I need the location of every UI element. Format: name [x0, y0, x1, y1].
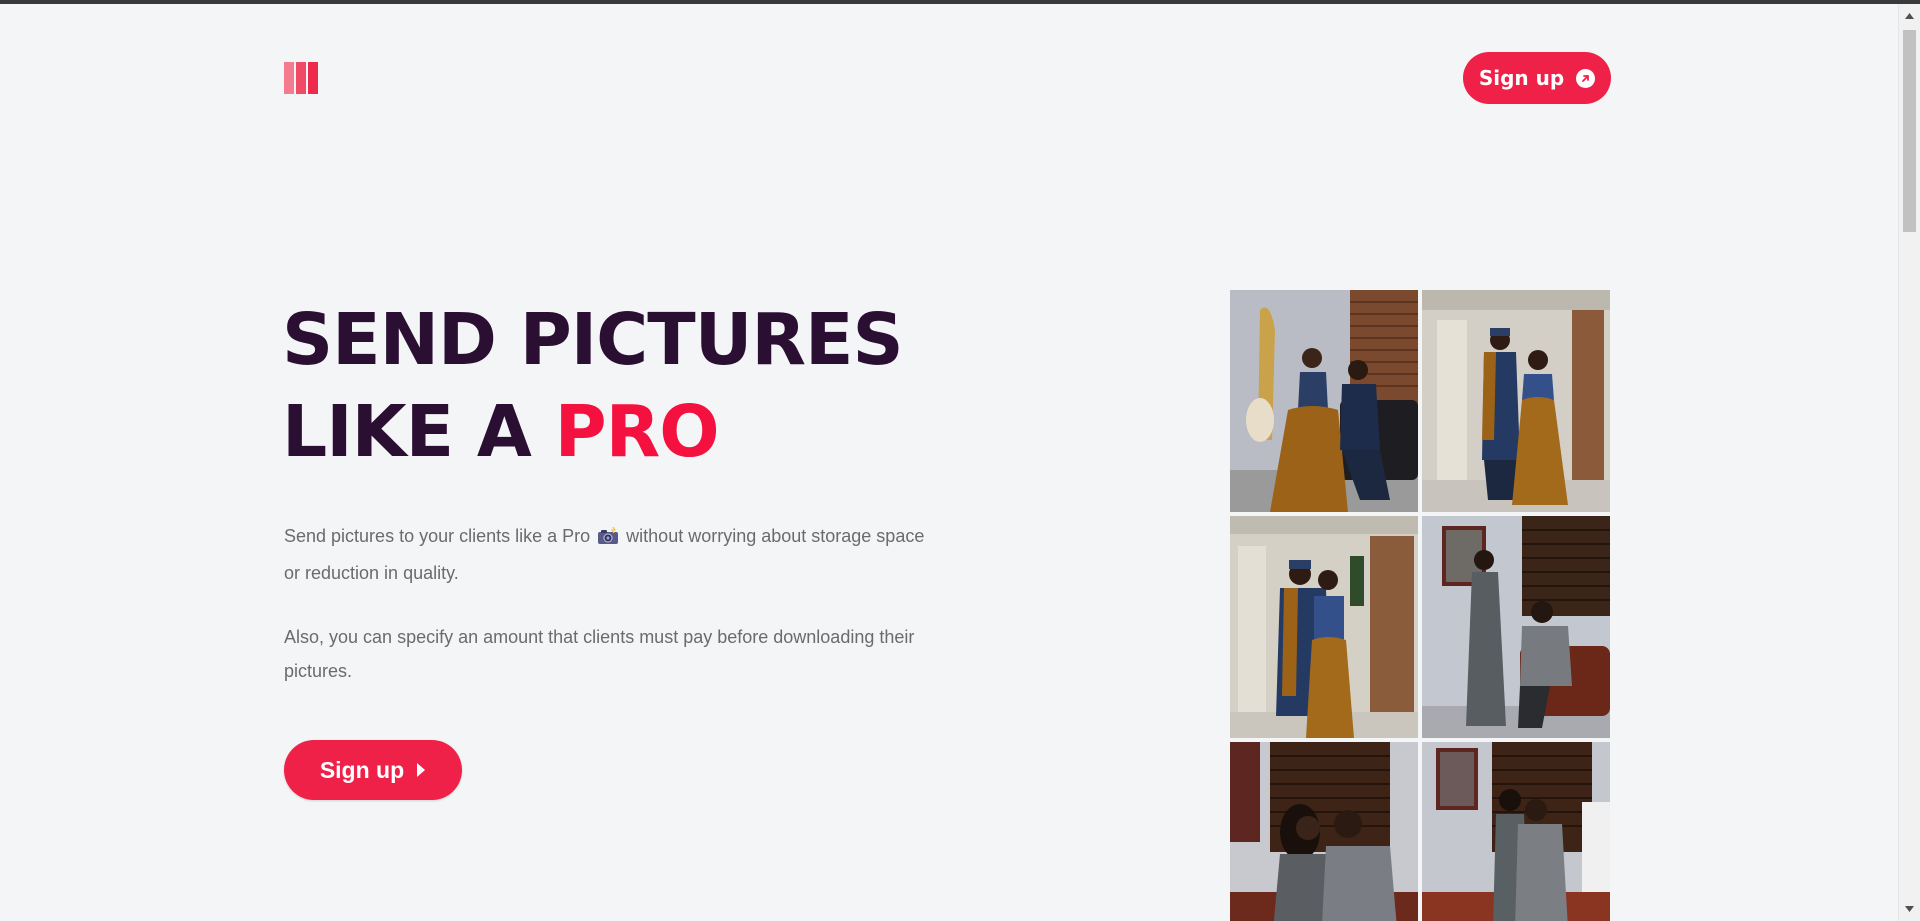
headline-accent-pro: PRO: [554, 390, 720, 473]
hero-description-1: Send pictures to your clients like a Pro…: [284, 519, 944, 590]
hero-description-2: Also, you can specify an amount that cli…: [284, 627, 915, 681]
headline-line-2-prefix: LIKE A: [282, 390, 555, 473]
couple-photo-3[interactable]: [1230, 516, 1418, 738]
couple-photo-2[interactable]: [1422, 290, 1610, 512]
arrow-up-right-icon: [1576, 68, 1596, 88]
hero-signup-label: Sign up: [319, 756, 405, 783]
scrollbar-thumb[interactable]: [1903, 30, 1916, 232]
couple-photo-5[interactable]: [1230, 742, 1418, 921]
couple-photo-4[interactable]: [1422, 516, 1610, 738]
play-triangle-icon: [416, 757, 426, 784]
header-signup-button[interactable]: Sign up: [1463, 52, 1611, 104]
header-signup-label: Sign up: [1478, 66, 1565, 90]
landing-page: Sign up SEND PICTURES LIKE A PRO Send pi…: [0, 4, 1898, 921]
scroll-up-arrow-icon[interactable]: [1899, 6, 1920, 26]
scroll-down-arrow-icon[interactable]: [1899, 899, 1920, 919]
desc1-text-before: Send pictures to your clients like a Pro: [284, 526, 591, 546]
headline-line-1: SEND PICTURES: [282, 298, 904, 381]
hero-headline: SEND PICTURES LIKE A PRO: [282, 294, 904, 478]
couple-photo-1[interactable]: [1230, 290, 1418, 512]
photo-gallery: [1230, 290, 1610, 921]
app-logo[interactable]: [284, 62, 318, 94]
logo-bar-2: [296, 62, 306, 94]
logo-bar-3: [308, 62, 318, 94]
logo-bar-1: [284, 62, 294, 94]
camera-flash-icon: [597, 522, 619, 556]
vertical-scrollbar[interactable]: [1898, 4, 1920, 921]
hero-signup-button[interactable]: Sign up: [284, 740, 462, 800]
couple-photo-6[interactable]: [1422, 742, 1610, 921]
